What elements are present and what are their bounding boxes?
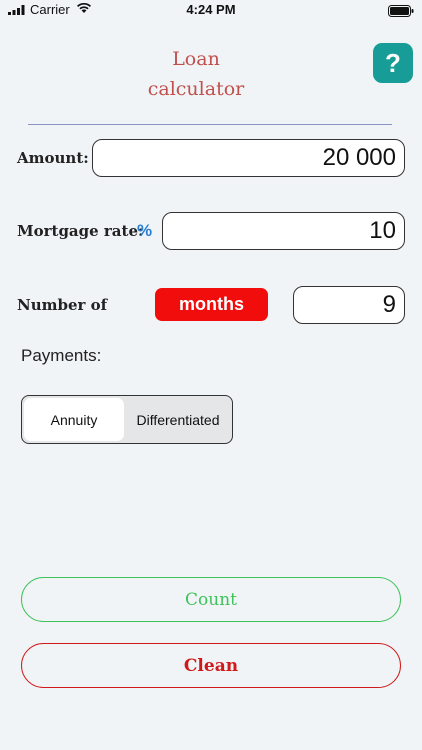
payment-type-segmented-control: Annuity Differentiated: [21, 395, 233, 444]
header-divider: [28, 124, 392, 125]
amount-input[interactable]: 20 000: [92, 139, 405, 177]
status-time: 4:24 PM: [186, 2, 236, 17]
amount-label: Amount:: [17, 149, 89, 167]
battery-icon: [388, 4, 414, 22]
question-mark-icon: ?: [385, 48, 401, 78]
clean-button[interactable]: Clean: [21, 643, 401, 688]
page-title: Loan calculator: [140, 44, 252, 104]
status-bar: Carrier 4:24 PM: [0, 0, 422, 22]
payments-label: Payments:: [21, 346, 102, 365]
number-of-label: Number of: [17, 296, 108, 314]
count-button[interactable]: Count: [21, 577, 401, 622]
mortgage-rate-label: Mortgage rate:: [17, 222, 144, 240]
segment-differentiated[interactable]: Differentiated: [124, 396, 232, 443]
title-line-2: calculator: [147, 78, 245, 100]
number-of-periods-input[interactable]: 9: [293, 286, 405, 324]
period-unit-button[interactable]: months: [155, 288, 268, 321]
title-line-1: Loan: [172, 48, 220, 70]
percent-sign: %: [137, 221, 153, 240]
help-button[interactable]: ?: [373, 43, 413, 83]
mortgage-rate-input[interactable]: 10: [162, 212, 405, 250]
segment-annuity[interactable]: Annuity: [24, 398, 124, 441]
